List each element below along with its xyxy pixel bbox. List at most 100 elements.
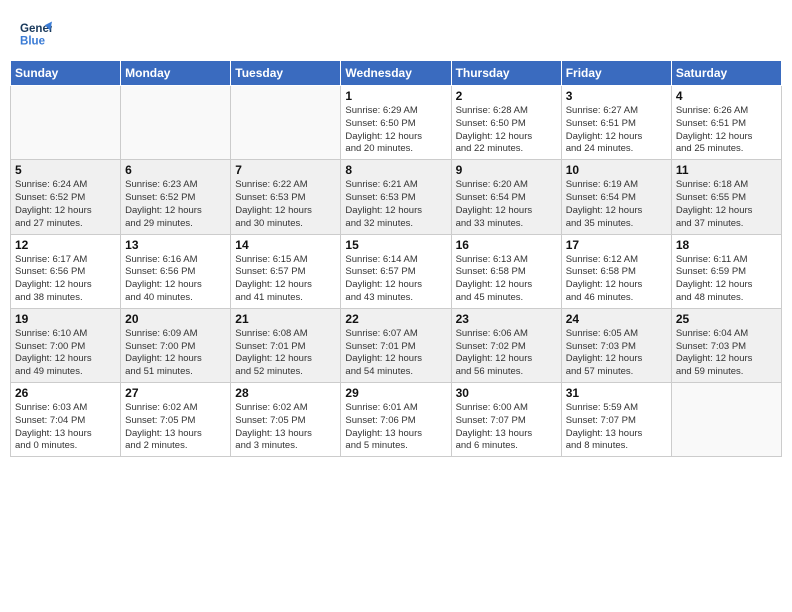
day-number: 20 (125, 312, 226, 326)
day-info: Sunrise: 6:10 AM Sunset: 7:00 PM Dayligh… (15, 328, 116, 379)
calendar-cell: 7Sunrise: 6:22 AM Sunset: 6:53 PM Daylig… (231, 160, 341, 234)
day-info: Sunrise: 6:26 AM Sunset: 6:51 PM Dayligh… (676, 105, 777, 156)
calendar-cell: 16 Sunrise: 6:13 AM Sunset: 6:58 PM Dayli… (451, 234, 561, 308)
day-info: Sunrise: 5:59 AM Sunset: 7:07 PM Dayligh… (566, 402, 667, 453)
day-info: Sunrise: 6:24 AM Sunset: 6:52 PM Dayligh… (15, 179, 116, 230)
calendar-cell: 13 Sunrise: 6:16 AM Sunset: 6:56 PM Dayli… (121, 234, 231, 308)
day-number: 12 (15, 238, 116, 252)
day-info: Sunrise: 6:17 AM Sunset: 6:56 PM Dayligh… (15, 254, 116, 305)
day-number: 27 (125, 386, 226, 400)
calendar-cell: 26 Sunrise: 6:03 AM Sunset: 7:04 PM Dayli… (11, 383, 121, 457)
day-number: 6 (125, 163, 226, 177)
day-number: 23 (456, 312, 557, 326)
day-info: Sunrise: 6:27 AM Sunset: 6:51 PM Dayligh… (566, 105, 667, 156)
calendar-week-2: 5 Sunrise: 6:24 AM Sunset: 6:52 PM Daylig… (11, 160, 782, 234)
day-info: Sunrise: 6:16 AM Sunset: 6:56 PM Dayligh… (125, 254, 226, 305)
day-number: 22 (345, 312, 446, 326)
day-info: Sunrise: 6:29 AM Sunset: 6:50 PM Dayligh… (345, 105, 446, 156)
calendar-week-5: 26 Sunrise: 6:03 AM Sunset: 7:04 PM Dayli… (11, 383, 782, 457)
day-number: 17 (566, 238, 667, 252)
svg-text:Blue: Blue (20, 36, 46, 48)
day-info: Sunrise: 6:15 AM Sunset: 6:57 PM Dayligh… (235, 254, 336, 305)
day-number: 30 (456, 386, 557, 400)
calendar-week-1: 1 Sunrise: 6:29 AM Sunset: 6:50 PM Daylig… (11, 86, 782, 160)
weekday-header-thursday: Thursday (451, 61, 561, 86)
day-info: Sunrise: 6:06 AM Sunset: 7:02 PM Dayligh… (456, 328, 557, 379)
calendar-cell: 20 Sunrise: 6:09 AM Sunset: 7:00 PM Dayli… (121, 308, 231, 382)
day-info: Sunrise: 6:02 AM Sunset: 7:05 PM Dayligh… (125, 402, 226, 453)
day-number: 19 (15, 312, 116, 326)
day-info: Sunrise: 6:04 AM Sunset: 7:03 PM Dayligh… (676, 328, 777, 379)
day-number: 1 (345, 89, 446, 103)
calendar-cell: 6Sunrise: 6:23 AM Sunset: 6:52 PM Daylig… (121, 160, 231, 234)
calendar-cell: 28Sunrise: 6:02 AM Sunset: 7:05 PM Dayli… (231, 383, 341, 457)
calendar-cell: 23 Sunrise: 6:06 AM Sunset: 7:02 PM Dayli… (451, 308, 561, 382)
calendar-cell: 4 Sunrise: 6:26 AM Sunset: 6:51 PM Daylig… (671, 86, 781, 160)
calendar-cell: 19 Sunrise: 6:10 AM Sunset: 7:00 PM Dayli… (11, 308, 121, 382)
day-info: Sunrise: 6:03 AM Sunset: 7:04 PM Dayligh… (15, 402, 116, 453)
calendar-cell: 30 Sunrise: 6:00 AM Sunset: 7:07 PM Dayli… (451, 383, 561, 457)
calendar-cell: 10 Sunrise: 6:19 AM Sunset: 6:54 PM Dayli… (561, 160, 671, 234)
calendar-cell (11, 86, 121, 160)
logo: General Blue (20, 18, 52, 50)
day-number: 31 (566, 386, 667, 400)
weekday-header-row: SundayMondayTuesdayWednesdayThursdayFrid… (11, 61, 782, 86)
calendar-cell (121, 86, 231, 160)
day-number: 5 (15, 163, 116, 177)
day-info: Sunrise: 6:18 AM Sunset: 6:55 PM Dayligh… (676, 179, 777, 230)
calendar-cell: 1 Sunrise: 6:29 AM Sunset: 6:50 PM Daylig… (341, 86, 451, 160)
day-number: 16 (456, 238, 557, 252)
day-info: Sunrise: 6:08 AM Sunset: 7:01 PM Dayligh… (235, 328, 336, 379)
weekday-header-wednesday: Wednesday (341, 61, 451, 86)
day-info: Sunrise: 6:14 AM Sunset: 6:57 PM Dayligh… (345, 254, 446, 305)
day-number: 24 (566, 312, 667, 326)
day-number: 14 (235, 238, 336, 252)
day-info: Sunrise: 6:13 AM Sunset: 6:58 PM Dayligh… (456, 254, 557, 305)
day-info: Sunrise: 6:19 AM Sunset: 6:54 PM Dayligh… (566, 179, 667, 230)
weekday-header-saturday: Saturday (671, 61, 781, 86)
day-number: 25 (676, 312, 777, 326)
calendar-cell: 15 Sunrise: 6:14 AM Sunset: 6:57 PM Dayli… (341, 234, 451, 308)
weekday-header-sunday: Sunday (11, 61, 121, 86)
weekday-header-tuesday: Tuesday (231, 61, 341, 86)
calendar-cell: 31 Sunrise: 5:59 AM Sunset: 7:07 PM Dayli… (561, 383, 671, 457)
day-info: Sunrise: 6:07 AM Sunset: 7:01 PM Dayligh… (345, 328, 446, 379)
day-number: 11 (676, 163, 777, 177)
calendar-cell: 17 Sunrise: 6:12 AM Sunset: 6:58 PM Dayli… (561, 234, 671, 308)
day-number: 2 (456, 89, 557, 103)
calendar-cell: 2Sunrise: 6:28 AM Sunset: 6:50 PM Daylig… (451, 86, 561, 160)
weekday-header-monday: Monday (121, 61, 231, 86)
day-number: 4 (676, 89, 777, 103)
calendar-cell: 27 Sunrise: 6:02 AM Sunset: 7:05 PM Dayli… (121, 383, 231, 457)
calendar-cell: 22 Sunrise: 6:07 AM Sunset: 7:01 PM Dayli… (341, 308, 451, 382)
calendar-cell: 5 Sunrise: 6:24 AM Sunset: 6:52 PM Daylig… (11, 160, 121, 234)
calendar-table: SundayMondayTuesdayWednesdayThursdayFrid… (10, 60, 782, 457)
day-number: 10 (566, 163, 667, 177)
day-number: 28 (235, 386, 336, 400)
logo-icon: General Blue (20, 18, 52, 50)
calendar-cell: 3 Sunrise: 6:27 AM Sunset: 6:51 PM Daylig… (561, 86, 671, 160)
calendar-cell: 29Sunrise: 6:01 AM Sunset: 7:06 PM Dayli… (341, 383, 451, 457)
calendar-cell: 21 Sunrise: 6:08 AM Sunset: 7:01 PM Dayli… (231, 308, 341, 382)
calendar-cell (231, 86, 341, 160)
page-header: General Blue (10, 10, 782, 54)
calendar-cell: 11 Sunrise: 6:18 AM Sunset: 6:55 PM Dayli… (671, 160, 781, 234)
day-info: Sunrise: 6:01 AM Sunset: 7:06 PM Dayligh… (345, 402, 446, 453)
day-info: Sunrise: 6:22 AM Sunset: 6:53 PM Dayligh… (235, 179, 336, 230)
day-info: Sunrise: 6:12 AM Sunset: 6:58 PM Dayligh… (566, 254, 667, 305)
day-number: 13 (125, 238, 226, 252)
calendar-cell: 24 Sunrise: 6:05 AM Sunset: 7:03 PM Dayli… (561, 308, 671, 382)
day-number: 9 (456, 163, 557, 177)
day-info: Sunrise: 6:09 AM Sunset: 7:00 PM Dayligh… (125, 328, 226, 379)
day-number: 21 (235, 312, 336, 326)
day-number: 15 (345, 238, 446, 252)
day-info: Sunrise: 6:21 AM Sunset: 6:53 PM Dayligh… (345, 179, 446, 230)
day-info: Sunrise: 6:05 AM Sunset: 7:03 PM Dayligh… (566, 328, 667, 379)
calendar-cell: 18Sunrise: 6:11 AM Sunset: 6:59 PM Dayli… (671, 234, 781, 308)
calendar-week-3: 12 Sunrise: 6:17 AM Sunset: 6:56 PM Dayli… (11, 234, 782, 308)
calendar-week-4: 19 Sunrise: 6:10 AM Sunset: 7:00 PM Dayli… (11, 308, 782, 382)
day-info: Sunrise: 6:00 AM Sunset: 7:07 PM Dayligh… (456, 402, 557, 453)
day-number: 3 (566, 89, 667, 103)
day-number: 26 (15, 386, 116, 400)
day-number: 18 (676, 238, 777, 252)
